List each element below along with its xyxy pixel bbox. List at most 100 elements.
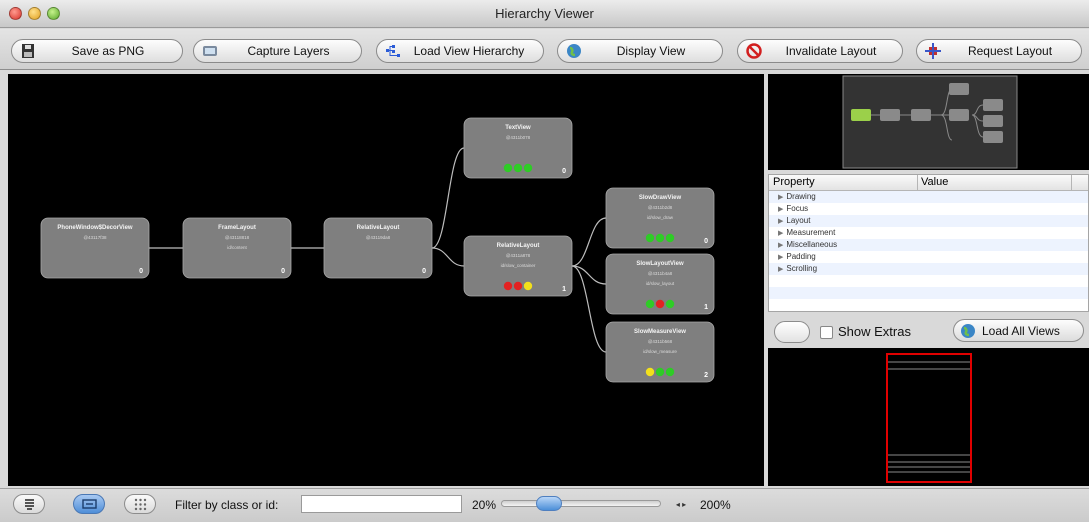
- tree-view-canvas[interactable]: PhoneWindow$DecorView @43117f38 0 FrameLayo…: [8, 74, 764, 486]
- tree-edge: [571, 217, 607, 267]
- performance-indicator-dot: [655, 299, 665, 309]
- property-group-label: Layout: [786, 216, 811, 225]
- properties-table: Property Value ▶ Drawing ▶ Focus ▶ Layout ▶ Mea…: [768, 174, 1089, 312]
- layout-preview-panel[interactable]: [768, 348, 1089, 486]
- request-layout-label: Request Layout: [967, 44, 1053, 58]
- tree-node[interactable]: RelativeLayout @43119da8 0: [323, 217, 433, 279]
- performance-indicator-dot: [513, 281, 523, 291]
- tree-node[interactable]: SlowMeasureView @4311b568 id/slow_measure 2: [605, 321, 715, 383]
- tree-node-id: id/slow_draw: [647, 215, 674, 220]
- tree-node[interactable]: SlowDrawView @4311b2d8 id/slow_draw 0: [605, 187, 715, 249]
- tree-node-id: id/slow_layout: [646, 281, 675, 286]
- tree-node-index: 0: [422, 268, 426, 275]
- property-group-label: Scrolling: [786, 264, 818, 273]
- tree-node-index: 0: [562, 168, 566, 175]
- tree-node[interactable]: SlowLayoutView @4311b4a8 id/slow_layout 1: [605, 253, 715, 315]
- performance-indicator-dot: [665, 233, 675, 243]
- tree-node-title: SlowMeasureView: [634, 329, 686, 335]
- tree-view-button[interactable]: [13, 494, 45, 514]
- bottom-bar: Filter by class or id: 20% ◂ ▸ 200%: [0, 488, 1089, 522]
- load-all-views-button[interactable]: Load All Views: [953, 319, 1084, 342]
- layout-view-button[interactable]: [73, 494, 105, 514]
- zoom-stepper[interactable]: ◂ ▸: [664, 497, 698, 512]
- hierarchy-icon: [386, 45, 400, 57]
- toolbar: Save as PNG Capture Layers Load View Hie…: [0, 29, 1089, 70]
- load-all-views-label: Load All Views: [982, 324, 1060, 338]
- layout-wireframe: [886, 353, 972, 483]
- no-entry-icon: [746, 43, 762, 59]
- invalidate-layout-label: Invalidate Layout: [785, 44, 877, 58]
- tree-node-title: FrameLayout: [218, 225, 256, 231]
- property-group-row[interactable]: ▶ Focus: [769, 203, 1088, 215]
- disclosure-triangle-icon[interactable]: ▶: [778, 206, 783, 213]
- disclosure-triangle-icon[interactable]: ▶: [778, 266, 783, 273]
- property-group-row[interactable]: ▶ Drawing: [769, 191, 1088, 203]
- request-layout-button[interactable]: Request Layout: [916, 39, 1082, 63]
- tree-node-index: 1: [562, 286, 566, 293]
- capture-layers-button[interactable]: Capture Layers: [193, 39, 362, 63]
- tree-node-address: @43118818: [225, 235, 250, 240]
- pixel-perfect-button[interactable]: [124, 494, 156, 514]
- performance-indicator-dot: [645, 233, 655, 243]
- zoom-slider-thumb[interactable]: [536, 496, 562, 511]
- tree-node[interactable]: TextView @4311b078 0: [463, 117, 573, 179]
- show-extras-checkbox[interactable]: [820, 326, 833, 339]
- performance-indicator-dot: [645, 299, 655, 309]
- tree-overview-panel[interactable]: [768, 74, 1089, 170]
- overview-node: [983, 99, 1003, 111]
- tree-node-id: id/content: [227, 245, 247, 250]
- invalidate-layout-button[interactable]: Invalidate Layout: [737, 39, 903, 63]
- layers-icon: [203, 46, 217, 56]
- tree-node[interactable]: FrameLayout @43118818 id/content 0: [182, 217, 292, 279]
- save-png-button[interactable]: Save as PNG: [11, 39, 183, 63]
- disclosure-triangle-icon[interactable]: ▶: [778, 242, 783, 249]
- property-group-row[interactable]: ▶ Measurement: [769, 227, 1088, 239]
- tree-node-address: @43117f38: [83, 235, 107, 240]
- tree-node-title: RelativeLayout: [497, 243, 540, 249]
- disclosure-triangle-icon[interactable]: ▶: [778, 254, 783, 261]
- property-group-label: Miscellaneous: [786, 240, 838, 249]
- list-icon: [25, 499, 34, 510]
- tree-node-address: @43119da8: [366, 235, 391, 240]
- property-column-header[interactable]: Property: [773, 176, 815, 188]
- performance-indicator-dot: [523, 163, 533, 173]
- tree-node-id: id/slow_container: [501, 263, 536, 268]
- value-column-header[interactable]: Value: [921, 176, 948, 188]
- tree-node-address: @4311b078: [506, 135, 531, 140]
- performance-indicator-dot: [523, 281, 533, 291]
- refresh-properties-button[interactable]: [774, 321, 810, 343]
- zoom-slider-track[interactable]: [501, 496, 661, 511]
- performance-indicator-dot: [655, 367, 665, 377]
- tree-node-title: TextView: [505, 125, 531, 131]
- property-group-row[interactable]: ▶ Scrolling: [769, 263, 1088, 275]
- tree-node[interactable]: PhoneWindow$DecorView @43117f38 0: [40, 217, 150, 279]
- tree-node-address: @4311b568: [648, 339, 673, 344]
- disclosure-triangle-icon[interactable]: ▶: [778, 194, 783, 201]
- tree-node-index: 2: [704, 372, 708, 379]
- zoom-min-label: 20%: [472, 498, 497, 512]
- grid-icon: [134, 498, 147, 511]
- property-group-row[interactable]: ▶ Padding: [769, 251, 1088, 263]
- tree-node-address: @4311b4a8: [648, 271, 673, 276]
- tree-node-index: 1: [704, 304, 708, 311]
- filter-input[interactable]: [301, 495, 462, 513]
- property-group-label: Padding: [786, 252, 816, 261]
- display-view-button[interactable]: Display View: [557, 39, 723, 63]
- overview-node: [983, 115, 1003, 127]
- property-group-label: Focus: [786, 204, 809, 213]
- overview-node: [949, 109, 969, 121]
- save-png-label: Save as PNG: [71, 44, 145, 58]
- display-view-label: Display View: [616, 44, 686, 58]
- tree-node[interactable]: RelativeLayout @4311a878 id/slow_container…: [463, 235, 573, 297]
- disclosure-triangle-icon[interactable]: ▶: [778, 230, 783, 237]
- property-group-row[interactable]: ▶ Miscellaneous: [769, 239, 1088, 251]
- property-group-row[interactable]: ▶ Layout: [769, 215, 1088, 227]
- tree-node-address: @4311b2d8: [648, 205, 673, 210]
- tree-node-title: RelativeLayout: [357, 225, 400, 231]
- globe-icon: [567, 44, 581, 58]
- disclosure-triangle-icon[interactable]: ▶: [778, 218, 783, 225]
- load-view-hierarchy-button[interactable]: Load View Hierarchy: [376, 39, 544, 63]
- tree-overview-map: [842, 75, 1018, 169]
- properties-toolbar: Show Extras Load All Views: [768, 314, 1089, 346]
- capture-layers-label: Capture Layers: [247, 44, 330, 58]
